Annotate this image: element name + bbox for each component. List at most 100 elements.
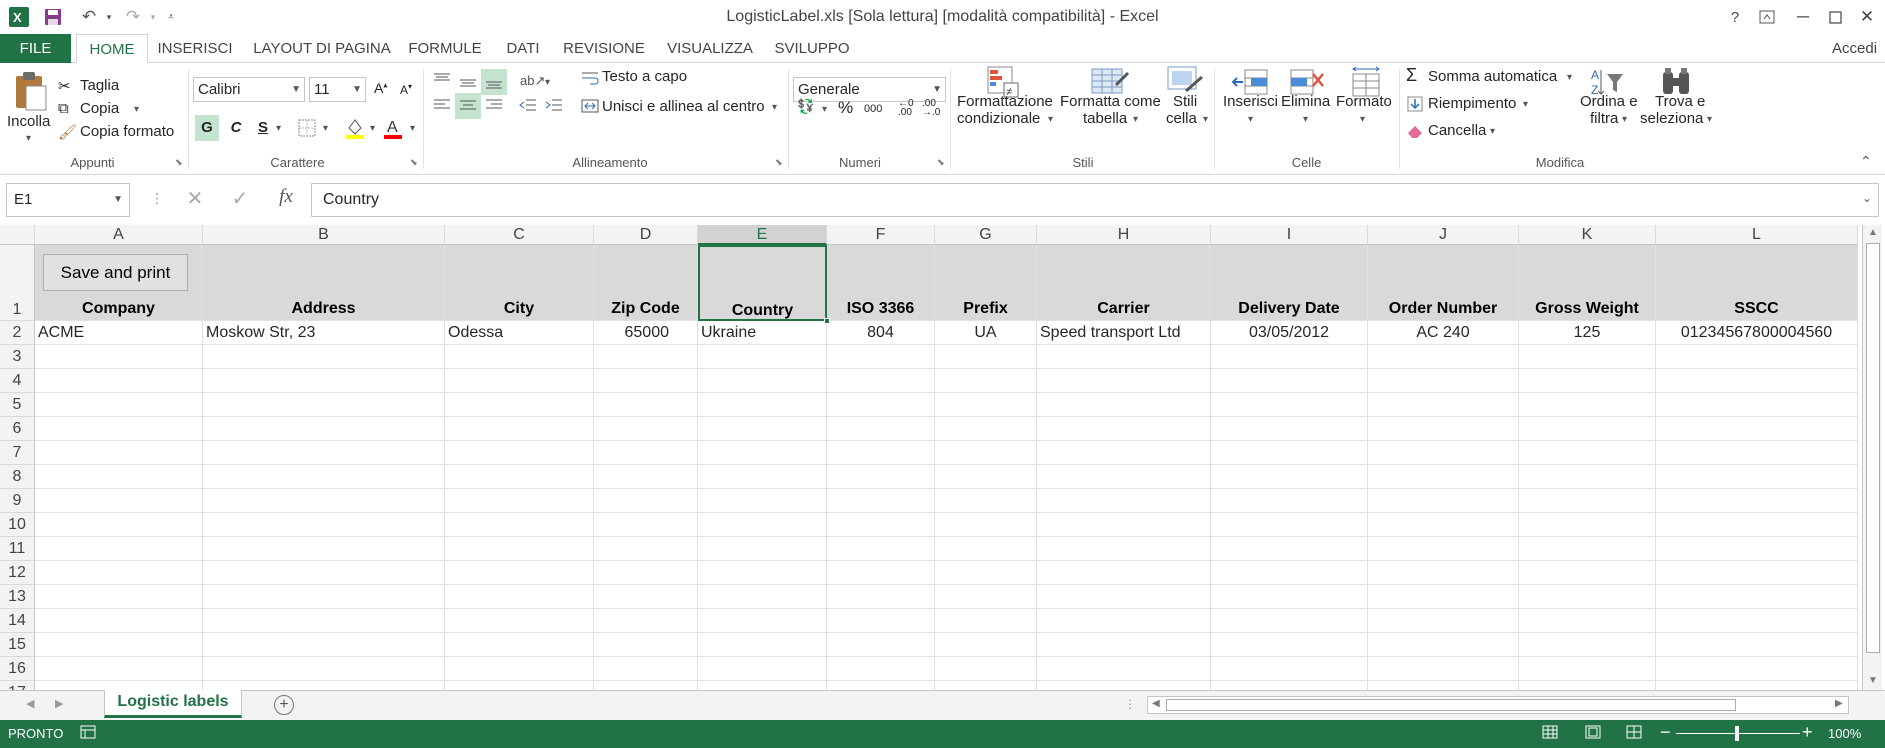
row-header-3[interactable]: 3 — [0, 345, 35, 369]
cell-f7[interactable] — [827, 441, 935, 465]
format-painter-icon[interactable]: 🖌 — [58, 123, 77, 141]
column-header-b[interactable]: B — [203, 225, 445, 245]
cell-h9[interactable] — [1037, 489, 1211, 513]
cell-b7[interactable] — [203, 441, 445, 465]
cell-l7[interactable] — [1656, 441, 1858, 465]
cell-h14[interactable] — [1037, 609, 1211, 633]
align-middle-icon[interactable] — [456, 72, 480, 94]
cell-l13[interactable] — [1656, 585, 1858, 609]
cell-k16[interactable] — [1519, 657, 1656, 681]
insert-function-icon[interactable]: fx — [270, 186, 302, 214]
cell-g8[interactable] — [935, 465, 1037, 489]
increase-indent-icon[interactable] — [542, 93, 566, 117]
font-color-icon[interactable]: A — [382, 115, 404, 141]
page-break-view-icon[interactable] — [1626, 725, 1642, 743]
paste-icon[interactable] — [10, 69, 50, 113]
cell-i5[interactable] — [1211, 393, 1368, 417]
find-select-line1[interactable]: Trova e — [1655, 93, 1705, 110]
scroll-left-icon[interactable]: ◀ — [1152, 698, 1160, 709]
fill-dropdown-icon[interactable]: ▾ — [1523, 99, 1528, 110]
row-header-10[interactable]: 10 — [0, 513, 35, 537]
merge-center-icon[interactable] — [580, 95, 600, 117]
cell-f12[interactable] — [827, 561, 935, 585]
cell-j3[interactable] — [1368, 345, 1519, 369]
increase-font-icon[interactable]: A▴ — [374, 80, 387, 96]
cell-b1[interactable]: Address — [203, 245, 445, 321]
cell-f1[interactable]: ISO 3366 — [827, 245, 935, 321]
cell-k7[interactable] — [1519, 441, 1656, 465]
row-header-8[interactable]: 8 — [0, 465, 35, 489]
cell-e7[interactable] — [698, 441, 827, 465]
cell-d5[interactable] — [594, 393, 698, 417]
cell-l11[interactable] — [1656, 537, 1858, 561]
cell-g14[interactable] — [935, 609, 1037, 633]
italic-button[interactable]: C — [226, 115, 246, 141]
scroll-right-icon[interactable]: ▶ — [1835, 698, 1843, 709]
find-select-dropdown-icon[interactable]: ▾ — [1707, 114, 1712, 125]
tab-revisione[interactable]: REVISIONE — [561, 34, 647, 63]
cell-l6[interactable] — [1656, 417, 1858, 441]
cell-a15[interactable] — [35, 633, 203, 657]
insert-cells-button[interactable]: Inserisci — [1223, 93, 1278, 110]
name-box[interactable]: E1 ▼ — [6, 183, 130, 217]
cell-g16[interactable] — [935, 657, 1037, 681]
borders-icon[interactable] — [296, 116, 318, 140]
decrease-font-icon[interactable]: A▾ — [400, 82, 412, 97]
cell-k3[interactable] — [1519, 345, 1656, 369]
cell-g10[interactable] — [935, 513, 1037, 537]
cell-c7[interactable] — [445, 441, 594, 465]
cell-b11[interactable] — [203, 537, 445, 561]
cell-c17[interactable] — [445, 681, 594, 690]
cell-i7[interactable] — [1211, 441, 1368, 465]
tab-sviluppo[interactable]: SVILUPPO — [772, 34, 852, 63]
column-header-i[interactable]: I — [1211, 225, 1368, 245]
cell-c16[interactable] — [445, 657, 594, 681]
format-cells-dropdown-icon[interactable]: ▾ — [1360, 114, 1365, 125]
confirm-entry-icon[interactable]: ✓ — [225, 186, 255, 214]
cell-k4[interactable] — [1519, 369, 1656, 393]
cell-i13[interactable] — [1211, 585, 1368, 609]
expand-formula-bar-icon[interactable]: ⌄ — [1862, 191, 1872, 205]
cell-k14[interactable] — [1519, 609, 1656, 633]
collapse-ribbon-icon[interactable]: ⌃ — [1860, 153, 1872, 170]
split-handle-icon[interactable]: ⋮ — [1124, 697, 1136, 711]
cell-g4[interactable] — [935, 369, 1037, 393]
cell-h15[interactable] — [1037, 633, 1211, 657]
cell-j10[interactable] — [1368, 513, 1519, 537]
row-header-6[interactable]: 6 — [0, 417, 35, 441]
cell-a17[interactable] — [35, 681, 203, 690]
cell-i9[interactable] — [1211, 489, 1368, 513]
row-header-9[interactable]: 9 — [0, 489, 35, 513]
cell-l1[interactable]: SSCC — [1656, 245, 1858, 321]
wrap-text-button[interactable]: Testo a capo — [602, 68, 687, 85]
underline-dropdown-icon[interactable]: ▾ — [276, 123, 281, 134]
accounting-format-icon[interactable]: 💱 — [797, 98, 814, 115]
cell-b12[interactable] — [203, 561, 445, 585]
row-header-4[interactable]: 4 — [0, 369, 35, 393]
cell-e11[interactable] — [698, 537, 827, 561]
column-header-k[interactable]: K — [1519, 225, 1656, 245]
cell-i12[interactable] — [1211, 561, 1368, 585]
cell-a10[interactable] — [35, 513, 203, 537]
cell-c10[interactable] — [445, 513, 594, 537]
cell-k9[interactable] — [1519, 489, 1656, 513]
cell-k13[interactable] — [1519, 585, 1656, 609]
column-header-j[interactable]: J — [1368, 225, 1519, 245]
cell-i6[interactable] — [1211, 417, 1368, 441]
cell-k6[interactable] — [1519, 417, 1656, 441]
cell-c8[interactable] — [445, 465, 594, 489]
tab-dati[interactable]: DATI — [498, 34, 548, 63]
cell-h17[interactable] — [1037, 681, 1211, 690]
fill-handle[interactable] — [824, 318, 830, 324]
cell-e4[interactable] — [698, 369, 827, 393]
cell-j17[interactable] — [1368, 681, 1519, 690]
conditional-formatting-line1[interactable]: Formattazione — [957, 93, 1053, 110]
align-bottom-icon[interactable] — [481, 69, 507, 95]
row-header-7[interactable]: 7 — [0, 441, 35, 465]
comma-style-button[interactable]: 000 — [864, 103, 882, 115]
orientation-dropdown-icon[interactable]: ▾ — [545, 77, 550, 88]
cell-g13[interactable] — [935, 585, 1037, 609]
cell-styles-line1[interactable]: Stili — [1173, 93, 1197, 110]
cell-h6[interactable] — [1037, 417, 1211, 441]
cell-c11[interactable] — [445, 537, 594, 561]
